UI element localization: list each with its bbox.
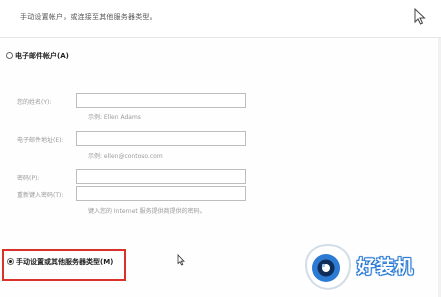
header-subtitle: 手动设置帐户，或连接至其他服务器类型。 <box>20 13 157 21</box>
watermark-emblem-icon <box>304 243 352 291</box>
email-field-label: 电子邮件地址(E): <box>17 137 64 144</box>
watermark-logo: 好装机 <box>303 243 439 291</box>
header-divider <box>0 37 441 38</box>
password-field-label: 密码(P): <box>17 175 40 182</box>
password-confirm-field-label: 重新键入密码(T): <box>17 192 64 199</box>
email-input[interactable] <box>76 131 246 146</box>
email-account-radio[interactable] <box>6 52 13 59</box>
mouse-pointer-icon <box>414 8 426 25</box>
name-hint: 示例: Ellen Adams <box>88 114 141 121</box>
dialog-header: 手动设置帐户，或连接至其他服务器类型。 <box>0 0 441 37</box>
manual-setup-radio[interactable] <box>7 258 14 265</box>
email-account-label[interactable]: 电子邮件帐户(A) <box>15 51 69 61</box>
password-hint: 键入您的 Internet 服务提供商提供的密码。 <box>88 208 206 215</box>
name-field-label: 您的姓名(Y): <box>17 99 52 106</box>
email-hint: 示例: ellen@contoso.com <box>88 153 163 160</box>
watermark-text: 好装机 <box>357 257 414 278</box>
add-account-dialog: 手动设置帐户，或连接至其他服务器类型。 电子邮件帐户(A) 您的姓名(Y): 示… <box>0 0 441 297</box>
manual-setup-label[interactable]: 手动设置或其他服务器类型(M) <box>16 257 113 267</box>
name-input[interactable] <box>76 93 246 108</box>
password-input[interactable] <box>76 169 246 184</box>
password-confirm-input[interactable] <box>76 186 246 201</box>
mouse-pointer-icon <box>177 254 185 266</box>
